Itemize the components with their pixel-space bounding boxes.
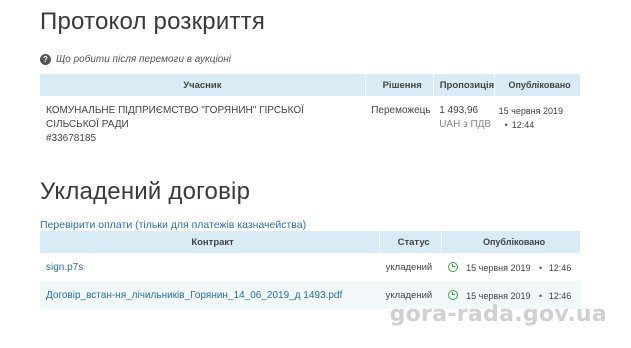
- clock-icon: [447, 261, 458, 272]
- clock-icon: [447, 289, 458, 300]
- disclosure-table: Учасник Рішення Пропозиція Опубліковано …: [40, 74, 581, 146]
- contract-title: Укладений договір: [40, 178, 251, 205]
- contract-time: 12:46: [548, 262, 572, 273]
- contract-time: 12:46: [548, 290, 572, 301]
- col-proposal: Пропозиція: [433, 74, 496, 96]
- col-decision: Рішення: [365, 74, 434, 96]
- question-icon: ?: [40, 54, 51, 65]
- published-date: 15 червня 2019: [498, 106, 563, 116]
- bullet-icon: •: [539, 262, 543, 273]
- proposal-currency: UAH з ПДВ: [439, 119, 492, 130]
- col-status: Статус: [379, 231, 443, 253]
- bullet-icon: •: [539, 290, 543, 301]
- participant-name: КОМУНАЛЬНЕ ПІДПРИЄМСТВО "ГОРЯНИН" ГІРСЬК…: [46, 105, 304, 130]
- contract-file-link[interactable]: sign.p7s: [46, 262, 83, 273]
- published-time: 12:44: [511, 120, 535, 130]
- auction-help-link[interactable]: ? Що робити після перемоги в аукціоні: [40, 54, 231, 65]
- col-published: Опубліковано: [494, 74, 581, 96]
- bullet-icon: •: [504, 120, 508, 130]
- table-row: sign.p7s укладений 15 червня 2019 • 12:4…: [40, 253, 581, 281]
- site-watermark: gora-rada.gov.ua: [389, 302, 607, 327]
- col-participant: Учасник: [40, 74, 366, 96]
- table-row: КОМУНАЛЬНЕ ПІДПРИЄМСТВО "ГОРЯНИН" ГІРСЬК…: [40, 96, 581, 146]
- contract-status: укладений: [385, 261, 433, 273]
- help-text: Що робити після перемоги в аукціоні: [56, 54, 231, 65]
- participant-code: #33678185: [46, 133, 97, 144]
- col-published: Опубліковано: [441, 231, 581, 253]
- proposal-amount: 1 493,96: [439, 105, 479, 116]
- contract-date: 15 червня 2019: [466, 262, 531, 273]
- decision-value: Переможець: [371, 105, 431, 116]
- check-payments-link[interactable]: Перевірити оплати (тільки для платежів к…: [40, 219, 306, 231]
- contract-table: Контракт Статус Опубліковано sign.p7s ук…: [40, 231, 581, 309]
- contract-file-link[interactable]: Договір_встан-ня_лічильників_Горянин_14_…: [46, 290, 342, 301]
- col-contract: Контракт: [40, 231, 381, 253]
- contract-date: 15 червня 2019: [466, 290, 531, 301]
- disclosure-title: Протокол розкриття: [40, 8, 266, 35]
